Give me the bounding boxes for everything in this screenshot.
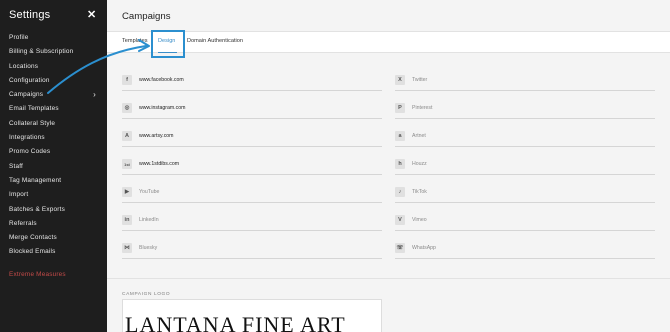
x-icon: X xyxy=(395,75,405,85)
youtube-placeholder: YouTube xyxy=(139,189,160,195)
instagram-icon: ◎ xyxy=(122,103,132,113)
sidebar-item-label: Import xyxy=(9,191,29,199)
sidebar-item-merge-contacts[interactable]: Merge Contacts xyxy=(0,231,107,245)
sidebar-item-label: Collateral Style xyxy=(9,119,56,127)
tab-bar: Templates Design Domain Authentication xyxy=(107,31,670,53)
whatsapp-field[interactable]: ☏ WhatsApp xyxy=(395,239,655,259)
campaign-logo-upload[interactable]: LANTANA FINE ART xyxy=(122,299,382,332)
1stdibs-field[interactable]: 1st www.1stdibs.com xyxy=(122,155,382,175)
sidebar-item-collateral-style[interactable]: Collateral Style xyxy=(0,117,107,131)
linkedin-icon: in xyxy=(122,215,132,225)
whatsapp-placeholder: WhatsApp xyxy=(412,245,436,251)
facebook-field[interactable]: f www.facebook.com xyxy=(122,71,382,91)
sidebar-item-email-templates[interactable]: Email Templates xyxy=(0,102,107,116)
sidebar-item-tag-management[interactable]: Tag Management xyxy=(0,174,107,188)
vimeo-icon: V xyxy=(395,215,405,225)
vimeo-placeholder: Vimeo xyxy=(412,217,427,223)
sidebar-item-batches-exports[interactable]: Batches & Exports xyxy=(0,203,107,217)
youtube-field[interactable]: ▶ YouTube xyxy=(122,183,382,203)
linkedin-field[interactable]: in LinkedIn xyxy=(122,211,382,231)
sidebar-item-label: Tag Management xyxy=(9,176,62,184)
sidebar-item-label: Blocked Emails xyxy=(9,248,56,256)
pinterest-field[interactable]: P Pinterest xyxy=(395,99,655,119)
facebook-icon: f xyxy=(122,75,132,85)
whatsapp-icon: ☏ xyxy=(395,243,405,253)
sidebar-item-label: Campaigns xyxy=(9,91,44,99)
twitter-placeholder: Twitter xyxy=(412,77,428,83)
sidebar-item-label: Extreme Measures xyxy=(9,270,66,278)
sidebar-item-billing[interactable]: Billing & Subscription xyxy=(0,45,107,59)
sidebar-title: Settings xyxy=(9,9,51,21)
artsy-field[interactable]: A www.artsy.com xyxy=(122,127,382,147)
1stdibs-icon: 1st xyxy=(122,159,132,169)
sidebar-item-label: Referrals xyxy=(9,219,37,227)
tiktok-field[interactable]: ♪ TikTok xyxy=(395,183,655,203)
sidebar-item-configuration[interactable]: Configuration xyxy=(0,74,107,88)
sidebar-item-label: Integrations xyxy=(9,134,45,142)
sidebar-item-profile[interactable]: Profile xyxy=(0,31,107,45)
linkedin-placeholder: LinkedIn xyxy=(139,217,159,223)
pinterest-placeholder: Pinterest xyxy=(412,105,433,111)
houzz-placeholder: Houzz xyxy=(412,161,427,167)
sidebar-item-label: Billing & Subscription xyxy=(9,48,74,56)
close-icon[interactable]: ✕ xyxy=(87,8,96,21)
campaign-logo-label: CAMPAIGN LOGO xyxy=(122,292,171,297)
sidebar-item-label: Profile xyxy=(9,34,29,41)
artnet-icon: a xyxy=(395,131,405,141)
pinterest-icon: P xyxy=(395,103,405,113)
main-content: Campaigns Templates Design Domain Authen… xyxy=(107,0,670,332)
sidebar-item-campaigns[interactable]: Campaigns › xyxy=(0,88,107,102)
tab-templates[interactable]: Templates xyxy=(122,38,148,44)
facebook-url: www.facebook.com xyxy=(139,77,184,83)
sidebar-item-referrals[interactable]: Referrals xyxy=(0,217,107,231)
sidebar-item-blocked-emails[interactable]: Blocked Emails xyxy=(0,245,107,259)
sidebar-item-label: Batches & Exports xyxy=(9,205,65,213)
1stdibs-url: www.1stdibs.com xyxy=(139,161,180,167)
design-tab-highlight xyxy=(151,30,185,58)
social-links-panel: f www.facebook.com ◎ www.instagram.com A… xyxy=(107,61,670,278)
sidebar-item-label: Locations xyxy=(9,62,39,70)
tab-domain-authentication[interactable]: Domain Authentication xyxy=(187,38,243,44)
sidebar-item-label: Merge Contacts xyxy=(9,234,57,242)
campaign-logo-image: LANTANA FINE ART xyxy=(125,312,346,332)
tiktok-icon: ♪ xyxy=(395,187,405,197)
sidebar-item-label: Staff xyxy=(9,162,24,170)
sidebar-item-integrations[interactable]: Integrations xyxy=(0,131,107,145)
youtube-icon: ▶ xyxy=(122,187,132,197)
sidebar-item-label: Promo Codes xyxy=(9,148,51,156)
tiktok-placeholder: TikTok xyxy=(412,189,427,195)
chevron-right-icon: › xyxy=(93,90,96,100)
sidebar-nav: Profile Billing & Subscription Locations… xyxy=(0,31,107,282)
section-divider xyxy=(107,278,670,279)
artsy-icon: A xyxy=(122,131,132,141)
bluesky-placeholder: Bluesky xyxy=(139,245,158,251)
instagram-url: www.instagram.com xyxy=(139,105,186,111)
page-title: Campaigns xyxy=(122,11,171,22)
sidebar-item-import[interactable]: Import xyxy=(0,188,107,202)
artsy-url: www.artsy.com xyxy=(139,133,174,139)
artnet-field[interactable]: a Artnet xyxy=(395,127,655,147)
settings-sidebar: Settings ✕ Profile Billing & Subscriptio… xyxy=(0,0,107,332)
sidebar-item-label: Email Templates xyxy=(9,105,59,113)
sidebar-item-staff[interactable]: Staff xyxy=(0,160,107,174)
vimeo-field[interactable]: V Vimeo xyxy=(395,211,655,231)
artnet-placeholder: Artnet xyxy=(412,133,426,139)
twitter-field[interactable]: X Twitter xyxy=(395,71,655,91)
houzz-icon: h xyxy=(395,159,405,169)
bluesky-field[interactable]: ⋈ Bluesky xyxy=(122,239,382,259)
sidebar-item-promo-codes[interactable]: Promo Codes xyxy=(0,145,107,159)
sidebar-item-extreme-measures[interactable]: Extreme Measures xyxy=(0,268,107,282)
houzz-field[interactable]: h Houzz xyxy=(395,155,655,175)
bluesky-icon: ⋈ xyxy=(122,243,132,253)
sidebar-item-label: Configuration xyxy=(9,76,50,84)
instagram-field[interactable]: ◎ www.instagram.com xyxy=(122,99,382,119)
sidebar-item-locations[interactable]: Locations xyxy=(0,60,107,74)
